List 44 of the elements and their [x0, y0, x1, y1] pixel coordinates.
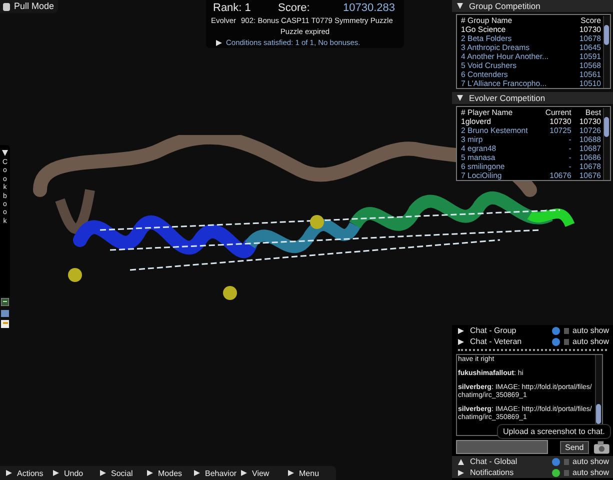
chat-channel-tab[interactable]: Chat - Veteran: [458, 337, 548, 346]
chat-channel-tab[interactable]: Chat - Group: [458, 326, 548, 335]
auto-show-checkbox[interactable]: [564, 338, 569, 344]
status-dot-icon[interactable]: [552, 326, 560, 334]
auto-show-checkbox[interactable]: [564, 458, 569, 464]
score-label: Score:: [278, 2, 311, 14]
tooltip: Upload a screenshot to chat.: [498, 425, 610, 438]
menu-button[interactable]: Actions: [6, 468, 53, 478]
score-value: 10730.283: [343, 2, 395, 14]
status-dot-icon[interactable]: [552, 468, 560, 476]
chat-channel-tab[interactable]: Notifications: [458, 468, 548, 477]
camera-icon[interactable]: [592, 440, 610, 454]
auto-show-label: auto show: [572, 468, 609, 477]
caret-icon: [6, 470, 12, 476]
auto-show-checkbox[interactable]: [564, 328, 569, 334]
folder-icon[interactable]: [1, 309, 9, 317]
caret-icon: [241, 470, 247, 476]
menu-button[interactable]: Behavior: [194, 468, 241, 478]
auto-show-checkbox[interactable]: [564, 470, 569, 476]
scroll-bar[interactable]: [603, 108, 610, 180]
auto-show-label: auto show: [572, 457, 609, 466]
menu-button[interactable]: Menu: [288, 468, 335, 478]
chat-input-field[interactable]: [456, 440, 548, 454]
evolver-competition-header[interactable]: Evolver Competition: [452, 92, 613, 104]
caret-icon: [53, 470, 59, 476]
rank-text: Rank: 1: [212, 2, 252, 14]
chat-channel-tab[interactable]: Chat - Global: [458, 457, 548, 466]
menu-button[interactable]: View: [241, 468, 288, 478]
menu-button[interactable]: Social: [100, 468, 147, 478]
status-dot-icon[interactable]: [552, 458, 560, 466]
scroll-bar[interactable]: [603, 16, 610, 88]
terminal-icon[interactable]: [1, 298, 9, 306]
menu-button[interactable]: Undo: [53, 468, 100, 478]
caret-icon: [100, 470, 106, 476]
caret-icon: [147, 470, 153, 476]
pull-mode-button[interactable]: Pull Mode: [0, 0, 58, 13]
send-button[interactable]: Send: [560, 440, 589, 454]
caret-icon: [194, 470, 200, 476]
caret-icon: [288, 470, 294, 476]
auto-show-label: auto show: [572, 326, 609, 335]
group-competition-header[interactable]: Group Competition: [452, 0, 613, 12]
menu-button[interactable]: Modes: [147, 468, 194, 478]
auto-show-label: auto show: [572, 337, 609, 346]
status-dot-icon[interactable]: [552, 338, 560, 346]
